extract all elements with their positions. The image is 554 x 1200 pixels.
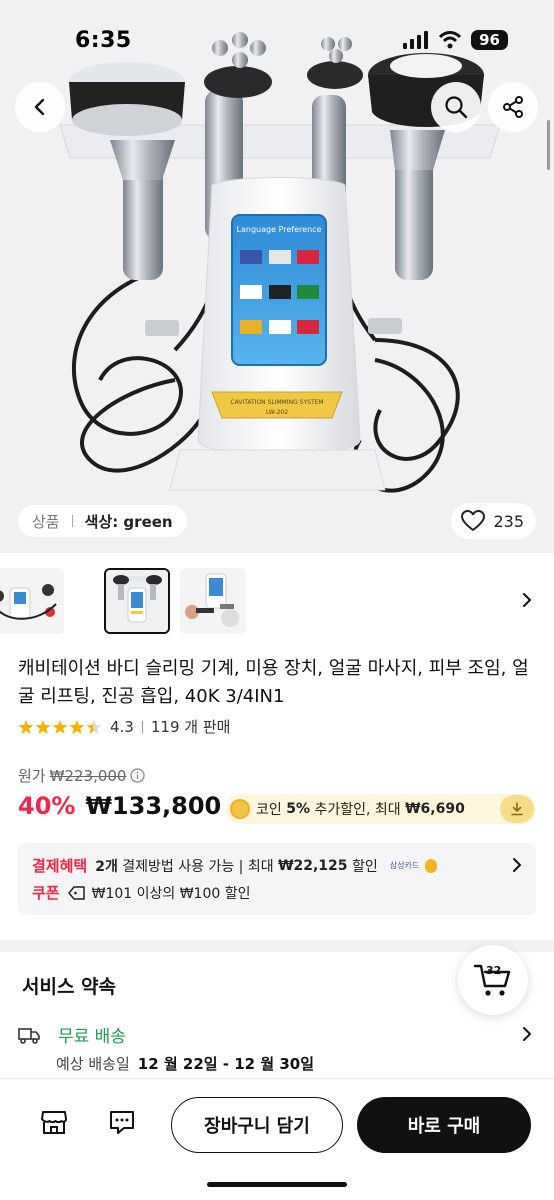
star-icon: [35, 719, 51, 734]
tag-icon: [67, 885, 85, 900]
truck-icon: [18, 1027, 40, 1044]
share-icon: [503, 96, 523, 118]
thumbnail-image: [180, 568, 246, 634]
status-bar: 6:35 96: [0, 0, 554, 82]
info-icon[interactable]: [130, 768, 146, 783]
eta-label: 예상 배송일: [56, 1055, 130, 1073]
back-button[interactable]: [15, 82, 65, 132]
coin-percent: 5%: [286, 801, 310, 817]
star-icon: [52, 719, 68, 734]
coin-max: ₩6,690: [405, 801, 465, 817]
share-button[interactable]: [488, 82, 538, 132]
payment-suffix: 할인: [351, 858, 378, 875]
add-to-cart-button[interactable]: 장바구니 담기: [171, 1097, 343, 1153]
original-price-value: ₩223,000: [49, 766, 127, 785]
sold-count: 119 개 판매: [150, 718, 231, 736]
chevron-right-icon: [513, 858, 521, 872]
shipping-label: 무료 배송: [58, 1027, 126, 1047]
variant-label: 상품: [32, 512, 60, 531]
search-icon: [445, 96, 468, 119]
cart-count: 32: [486, 964, 502, 977]
thumbnail-2-selected[interactable]: [104, 568, 170, 634]
coin-text: 추가할인, 최대: [314, 802, 401, 818]
product-title: 캐비테이션 바디 슬리밍 기계, 미용 장치, 얼굴 마사지, 피부 조임, 얼…: [18, 658, 529, 707]
payment-amount: ₩22,125: [278, 857, 348, 874]
shipping-row[interactable]: 무료 배송: [18, 1022, 126, 1047]
eta-range: 12 월 22일 - 12 월 30일: [137, 1055, 315, 1073]
rating-stars: [18, 719, 102, 735]
thumbnail-image: [0, 568, 64, 634]
download-icon: [511, 802, 523, 816]
buy-now-button[interactable]: 바로 구매: [357, 1097, 531, 1153]
coin-download-button[interactable]: [500, 795, 534, 823]
price-row: 40% ₩133,800: [18, 792, 221, 820]
store-button[interactable]: [39, 1107, 69, 1137]
thumbnail-image: [106, 570, 168, 632]
rating-row[interactable]: 4.3 119 개 판매: [18, 716, 230, 737]
star-icon: [69, 719, 85, 734]
product-image-carousel[interactable]: Language Preference CAVITATION SLIMMING …: [0, 0, 554, 553]
scroll-indicator: [547, 120, 550, 170]
device-model-text: LW-202: [266, 409, 288, 416]
coin-icon: [230, 799, 250, 819]
coin-discount-pill[interactable]: 코인 5% 추가할인, 최대 ₩6,690: [226, 794, 536, 824]
chat-button[interactable]: [107, 1107, 137, 1137]
coupon-text: ₩101 이상의 ₩100 할인: [91, 885, 251, 902]
medal-icon: [425, 858, 438, 873]
payment-benefit-tag: 결제혜택: [32, 857, 88, 875]
payment-benefit-row: 결제혜택 2개 결제방법 사용 가능 | 최대 ₩22,125 할인 삼성카드: [32, 855, 438, 876]
payment-count: 2개: [95, 858, 118, 875]
device-plate-text: CAVITATION SLIMMING SYSTEM: [230, 399, 323, 406]
status-icons: 96: [403, 30, 508, 50]
chat-icon: [110, 1111, 134, 1134]
star-half-icon: [86, 719, 102, 734]
heart-icon: [461, 510, 486, 531]
original-price-row: 원가 ₩223,000: [18, 765, 146, 786]
payment-text: 결제방법 사용 가능 | 최대: [122, 858, 274, 875]
delivery-estimate: 예상 배송일 12 월 22일 - 12 월 30일: [56, 1053, 314, 1074]
thumbnail-1[interactable]: [0, 568, 64, 634]
rating-value: 4.3: [110, 717, 134, 736]
home-indicator: [207, 1182, 347, 1187]
original-price-label: 원가: [18, 767, 46, 785]
chevron-right-icon[interactable]: [522, 1026, 532, 1042]
search-button[interactable]: [431, 82, 481, 132]
back-icon: [34, 98, 45, 116]
thumbnail-3[interactable]: [180, 568, 246, 634]
chevron-right-icon[interactable]: [522, 592, 532, 608]
section-divider: [0, 940, 554, 952]
thumbnail-strip: [0, 566, 554, 642]
cart-button[interactable]: 32: [458, 945, 528, 1015]
device-screen-title: Language Preference: [237, 225, 322, 234]
variant-chip: 상품 색상: green: [18, 505, 187, 537]
like-count: 235: [493, 511, 524, 531]
discount-percent: 40%: [18, 792, 76, 820]
card-brand-logo: 삼성카드: [389, 861, 420, 870]
battery-indicator: 96: [471, 30, 508, 50]
status-time: 6:35: [75, 28, 132, 53]
benefits-box[interactable]: 결제혜택 2개 결제방법 사용 가능 | 최대 ₩22,125 할인 삼성카드 …: [18, 843, 536, 915]
store-icon: [41, 1111, 67, 1134]
coupon-tag: 쿠폰: [32, 884, 60, 902]
coin-prefix: 코인: [256, 802, 282, 818]
service-title: 서비스 약속: [22, 976, 117, 998]
signal-icon: [403, 31, 429, 49]
wifi-icon: [439, 31, 462, 49]
variant-value: 색상: green: [84, 512, 173, 531]
like-button[interactable]: 235: [451, 503, 536, 539]
variant-separator: [71, 515, 73, 527]
star-icon: [18, 719, 34, 734]
current-price: ₩133,800: [85, 792, 222, 820]
coupon-row: 쿠폰 ₩101 이상의 ₩100 할인: [32, 882, 251, 903]
rating-separator: [141, 720, 143, 733]
